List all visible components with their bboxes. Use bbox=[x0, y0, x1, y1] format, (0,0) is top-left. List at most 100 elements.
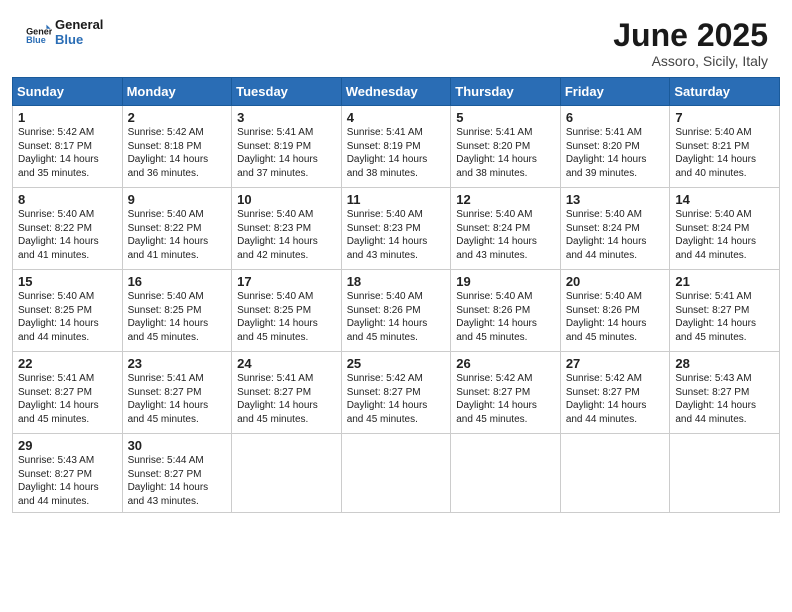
table-row: 19 Sunrise: 5:40 AM Sunset: 8:26 PM Dayl… bbox=[451, 270, 561, 352]
day-info: Sunrise: 5:40 AM Sunset: 8:25 PM Dayligh… bbox=[237, 290, 336, 344]
day-info: Sunrise: 5:42 AM Sunset: 8:17 PM Dayligh… bbox=[18, 126, 117, 180]
location: Assoro, Sicily, Italy bbox=[613, 53, 768, 69]
day-number: 5 bbox=[456, 110, 555, 125]
day-number: 16 bbox=[128, 274, 227, 289]
day-number: 12 bbox=[456, 192, 555, 207]
table-row: 5 Sunrise: 5:41 AM Sunset: 8:20 PM Dayli… bbox=[451, 106, 561, 188]
logo: General Blue General Blue bbox=[24, 18, 103, 48]
table-row: 14 Sunrise: 5:40 AM Sunset: 8:24 PM Dayl… bbox=[670, 188, 780, 270]
table-row: 17 Sunrise: 5:40 AM Sunset: 8:25 PM Dayl… bbox=[232, 270, 342, 352]
calendar-header-row: Sunday Monday Tuesday Wednesday Thursday… bbox=[13, 78, 780, 106]
day-info: Sunrise: 5:43 AM Sunset: 8:27 PM Dayligh… bbox=[675, 372, 774, 426]
day-info: Sunrise: 5:40 AM Sunset: 8:26 PM Dayligh… bbox=[566, 290, 665, 344]
table-row: 3 Sunrise: 5:41 AM Sunset: 8:19 PM Dayli… bbox=[232, 106, 342, 188]
day-info: Sunrise: 5:40 AM Sunset: 8:24 PM Dayligh… bbox=[566, 208, 665, 262]
day-number: 23 bbox=[128, 356, 227, 371]
table-row: 7 Sunrise: 5:40 AM Sunset: 8:21 PM Dayli… bbox=[670, 106, 780, 188]
day-info: Sunrise: 5:41 AM Sunset: 8:19 PM Dayligh… bbox=[237, 126, 336, 180]
day-number: 2 bbox=[128, 110, 227, 125]
table-row: 24 Sunrise: 5:41 AM Sunset: 8:27 PM Dayl… bbox=[232, 352, 342, 434]
day-info: Sunrise: 5:40 AM Sunset: 8:24 PM Dayligh… bbox=[675, 208, 774, 262]
table-row: 11 Sunrise: 5:40 AM Sunset: 8:23 PM Dayl… bbox=[341, 188, 451, 270]
calendar-table: Sunday Monday Tuesday Wednesday Thursday… bbox=[12, 77, 780, 513]
day-info: Sunrise: 5:41 AM Sunset: 8:27 PM Dayligh… bbox=[128, 372, 227, 426]
day-info: Sunrise: 5:41 AM Sunset: 8:20 PM Dayligh… bbox=[566, 126, 665, 180]
day-info: Sunrise: 5:41 AM Sunset: 8:20 PM Dayligh… bbox=[456, 126, 555, 180]
day-info: Sunrise: 5:40 AM Sunset: 8:25 PM Dayligh… bbox=[128, 290, 227, 344]
table-row: 13 Sunrise: 5:40 AM Sunset: 8:24 PM Dayl… bbox=[560, 188, 670, 270]
header-thursday: Thursday bbox=[451, 78, 561, 106]
day-number: 6 bbox=[566, 110, 665, 125]
day-info: Sunrise: 5:42 AM Sunset: 8:18 PM Dayligh… bbox=[128, 126, 227, 180]
day-info: Sunrise: 5:40 AM Sunset: 8:26 PM Dayligh… bbox=[456, 290, 555, 344]
day-number: 8 bbox=[18, 192, 117, 207]
logo-line1: General bbox=[55, 17, 103, 32]
table-row: 15 Sunrise: 5:40 AM Sunset: 8:25 PM Dayl… bbox=[13, 270, 123, 352]
day-number: 15 bbox=[18, 274, 117, 289]
table-row: 30 Sunrise: 5:44 AM Sunset: 8:27 PM Dayl… bbox=[122, 434, 232, 513]
calendar-week-row: 29 Sunrise: 5:43 AM Sunset: 8:27 PM Dayl… bbox=[13, 434, 780, 513]
day-number: 27 bbox=[566, 356, 665, 371]
table-row: 1 Sunrise: 5:42 AM Sunset: 8:17 PM Dayli… bbox=[13, 106, 123, 188]
day-info: Sunrise: 5:40 AM Sunset: 8:23 PM Dayligh… bbox=[237, 208, 336, 262]
day-number: 3 bbox=[237, 110, 336, 125]
title-block: June 2025 Assoro, Sicily, Italy bbox=[613, 18, 768, 69]
svg-text:Blue: Blue bbox=[26, 35, 46, 45]
header-wednesday: Wednesday bbox=[341, 78, 451, 106]
day-info: Sunrise: 5:44 AM Sunset: 8:27 PM Dayligh… bbox=[128, 454, 227, 508]
logo-line2: Blue bbox=[55, 32, 83, 47]
day-number: 4 bbox=[347, 110, 446, 125]
table-row: 25 Sunrise: 5:42 AM Sunset: 8:27 PM Dayl… bbox=[341, 352, 451, 434]
header-saturday: Saturday bbox=[670, 78, 780, 106]
logo-icon: General Blue bbox=[24, 19, 52, 47]
day-number: 29 bbox=[18, 438, 117, 453]
day-info: Sunrise: 5:43 AM Sunset: 8:27 PM Dayligh… bbox=[18, 454, 117, 508]
day-number: 26 bbox=[456, 356, 555, 371]
table-row: 23 Sunrise: 5:41 AM Sunset: 8:27 PM Dayl… bbox=[122, 352, 232, 434]
table-row: 12 Sunrise: 5:40 AM Sunset: 8:24 PM Dayl… bbox=[451, 188, 561, 270]
table-row: 6 Sunrise: 5:41 AM Sunset: 8:20 PM Dayli… bbox=[560, 106, 670, 188]
table-row bbox=[670, 434, 780, 513]
calendar-week-row: 8 Sunrise: 5:40 AM Sunset: 8:22 PM Dayli… bbox=[13, 188, 780, 270]
day-info: Sunrise: 5:42 AM Sunset: 8:27 PM Dayligh… bbox=[456, 372, 555, 426]
day-number: 7 bbox=[675, 110, 774, 125]
day-info: Sunrise: 5:41 AM Sunset: 8:27 PM Dayligh… bbox=[237, 372, 336, 426]
day-number: 21 bbox=[675, 274, 774, 289]
day-number: 30 bbox=[128, 438, 227, 453]
day-info: Sunrise: 5:41 AM Sunset: 8:27 PM Dayligh… bbox=[675, 290, 774, 344]
header: General Blue General Blue June 2025 Asso… bbox=[0, 0, 792, 77]
header-sunday: Sunday bbox=[13, 78, 123, 106]
day-number: 14 bbox=[675, 192, 774, 207]
day-info: Sunrise: 5:40 AM Sunset: 8:22 PM Dayligh… bbox=[128, 208, 227, 262]
day-info: Sunrise: 5:40 AM Sunset: 8:25 PM Dayligh… bbox=[18, 290, 117, 344]
table-row bbox=[341, 434, 451, 513]
month-title: June 2025 bbox=[613, 18, 768, 53]
day-info: Sunrise: 5:40 AM Sunset: 8:21 PM Dayligh… bbox=[675, 126, 774, 180]
table-row bbox=[560, 434, 670, 513]
header-friday: Friday bbox=[560, 78, 670, 106]
day-info: Sunrise: 5:42 AM Sunset: 8:27 PM Dayligh… bbox=[566, 372, 665, 426]
day-info: Sunrise: 5:40 AM Sunset: 8:24 PM Dayligh… bbox=[456, 208, 555, 262]
day-number: 20 bbox=[566, 274, 665, 289]
day-info: Sunrise: 5:41 AM Sunset: 8:27 PM Dayligh… bbox=[18, 372, 117, 426]
day-number: 22 bbox=[18, 356, 117, 371]
day-info: Sunrise: 5:42 AM Sunset: 8:27 PM Dayligh… bbox=[347, 372, 446, 426]
day-info: Sunrise: 5:40 AM Sunset: 8:26 PM Dayligh… bbox=[347, 290, 446, 344]
day-number: 28 bbox=[675, 356, 774, 371]
table-row: 10 Sunrise: 5:40 AM Sunset: 8:23 PM Dayl… bbox=[232, 188, 342, 270]
day-number: 1 bbox=[18, 110, 117, 125]
table-row bbox=[451, 434, 561, 513]
table-row: 2 Sunrise: 5:42 AM Sunset: 8:18 PM Dayli… bbox=[122, 106, 232, 188]
day-number: 25 bbox=[347, 356, 446, 371]
header-tuesday: Tuesday bbox=[232, 78, 342, 106]
table-row: 21 Sunrise: 5:41 AM Sunset: 8:27 PM Dayl… bbox=[670, 270, 780, 352]
table-row: 22 Sunrise: 5:41 AM Sunset: 8:27 PM Dayl… bbox=[13, 352, 123, 434]
logo-text: General Blue bbox=[55, 18, 103, 48]
day-number: 17 bbox=[237, 274, 336, 289]
day-number: 9 bbox=[128, 192, 227, 207]
table-row: 18 Sunrise: 5:40 AM Sunset: 8:26 PM Dayl… bbox=[341, 270, 451, 352]
day-info: Sunrise: 5:40 AM Sunset: 8:22 PM Dayligh… bbox=[18, 208, 117, 262]
table-row: 20 Sunrise: 5:40 AM Sunset: 8:26 PM Dayl… bbox=[560, 270, 670, 352]
table-row: 29 Sunrise: 5:43 AM Sunset: 8:27 PM Dayl… bbox=[13, 434, 123, 513]
table-row: 4 Sunrise: 5:41 AM Sunset: 8:19 PM Dayli… bbox=[341, 106, 451, 188]
